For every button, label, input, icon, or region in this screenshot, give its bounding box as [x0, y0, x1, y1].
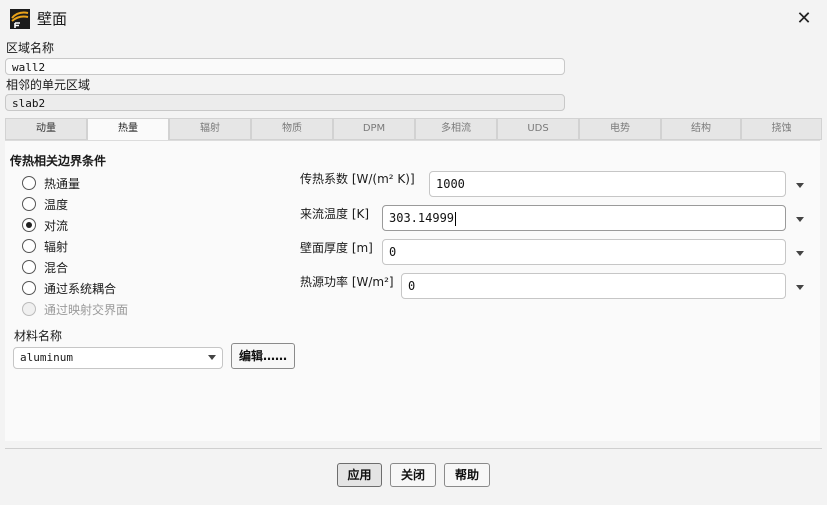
radio-icon[interactable]: [22, 239, 36, 253]
radio-icon[interactable]: [22, 260, 36, 274]
tab-thermal[interactable]: 热量: [87, 118, 169, 141]
radio-temperature[interactable]: 温度: [22, 195, 68, 213]
close-icon[interactable]: ✕: [793, 8, 815, 30]
title-bar: 壁面 ✕: [0, 0, 827, 38]
tab-species[interactable]: 物质: [251, 118, 333, 140]
tab-dpm[interactable]: DPM: [333, 118, 415, 140]
tab-multiphase[interactable]: 多相流: [415, 118, 497, 140]
material-name-label: 材料名称: [14, 329, 63, 343]
radio-icon[interactable]: [22, 218, 36, 232]
heat-source-label: 热源功率 [W/m²]: [300, 275, 394, 289]
tab-structure[interactable]: 结构: [661, 118, 741, 140]
free-stream-temp-input[interactable]: 303.14999: [382, 205, 786, 231]
free-stream-temp-value: 303.14999: [389, 211, 455, 225]
radio-icon[interactable]: [22, 197, 36, 211]
wall-thickness-label: 壁面厚度 [m]: [300, 241, 373, 255]
tab-radiation[interactable]: 辐射: [169, 118, 251, 140]
fluent-app-icon: [10, 9, 30, 29]
heat-source-input[interactable]: 0: [401, 273, 786, 299]
zone-name-label: 区域名称: [6, 41, 55, 55]
help-button[interactable]: 帮助: [444, 463, 490, 487]
chevron-down-icon[interactable]: [793, 212, 807, 226]
tab-uds[interactable]: UDS: [497, 118, 579, 140]
radio-heat-flux[interactable]: 热通量: [22, 174, 80, 192]
material-select-value: aluminum: [20, 351, 73, 364]
radio-mapped-interface: 通过映射交界面: [22, 300, 128, 318]
edit-material-button[interactable]: 编辑……: [231, 343, 295, 369]
radio-label: 温度: [44, 197, 69, 212]
adjacent-zone-label: 相邻的单元区域: [6, 78, 91, 92]
wall-thickness-input[interactable]: 0: [382, 239, 786, 265]
free-stream-temp-label: 来流温度 [K]: [300, 207, 370, 221]
chevron-down-icon: [208, 355, 216, 360]
footer-divider: [5, 448, 822, 449]
heat-transfer-coeff-label: 传热系数 [W/(m² K)]: [300, 172, 415, 186]
chevron-down-icon[interactable]: [793, 178, 807, 192]
window-title: 壁面: [37, 10, 68, 28]
text-caret: [455, 211, 457, 226]
chevron-down-icon[interactable]: [793, 246, 807, 260]
radio-label: 辐射: [44, 239, 69, 254]
material-select[interactable]: aluminum: [13, 347, 223, 369]
radio-mixed[interactable]: 混合: [22, 258, 68, 276]
close-button[interactable]: 关闭: [390, 463, 436, 487]
radio-label: 对流: [44, 218, 69, 233]
adjacent-zone-field: slab2: [5, 94, 565, 111]
radio-label: 通过映射交界面: [44, 302, 129, 317]
radio-icon: [22, 302, 36, 316]
radio-icon[interactable]: [22, 176, 36, 190]
thermal-group-title: 传热相关边界条件: [10, 154, 107, 168]
tab-momentum[interactable]: 动量: [5, 118, 87, 140]
thermal-panel: 传热相关边界条件 热通量 温度 对流 辐射 混合 通过系统耦合 通过映射交界面 …: [5, 140, 820, 441]
radio-icon[interactable]: [22, 281, 36, 295]
radio-label: 通过系统耦合: [44, 281, 117, 296]
radio-convection[interactable]: 对流: [22, 216, 68, 234]
radio-radiation[interactable]: 辐射: [22, 237, 68, 255]
heat-transfer-coeff-input[interactable]: 1000: [429, 171, 786, 197]
chevron-down-icon[interactable]: [793, 280, 807, 294]
apply-button[interactable]: 应用: [337, 463, 382, 487]
tab-potential[interactable]: 电势: [579, 118, 661, 140]
tab-erosion[interactable]: 挠蚀: [741, 118, 822, 140]
zone-name-field[interactable]: wall2: [5, 58, 565, 75]
radio-label: 热通量: [44, 176, 81, 191]
tab-bar: 动量 热量 辐射 物质 DPM 多相流 UDS 电势 结构 挠蚀: [5, 118, 822, 141]
radio-label: 混合: [44, 260, 69, 275]
radio-system-coupling[interactable]: 通过系统耦合: [22, 279, 116, 297]
